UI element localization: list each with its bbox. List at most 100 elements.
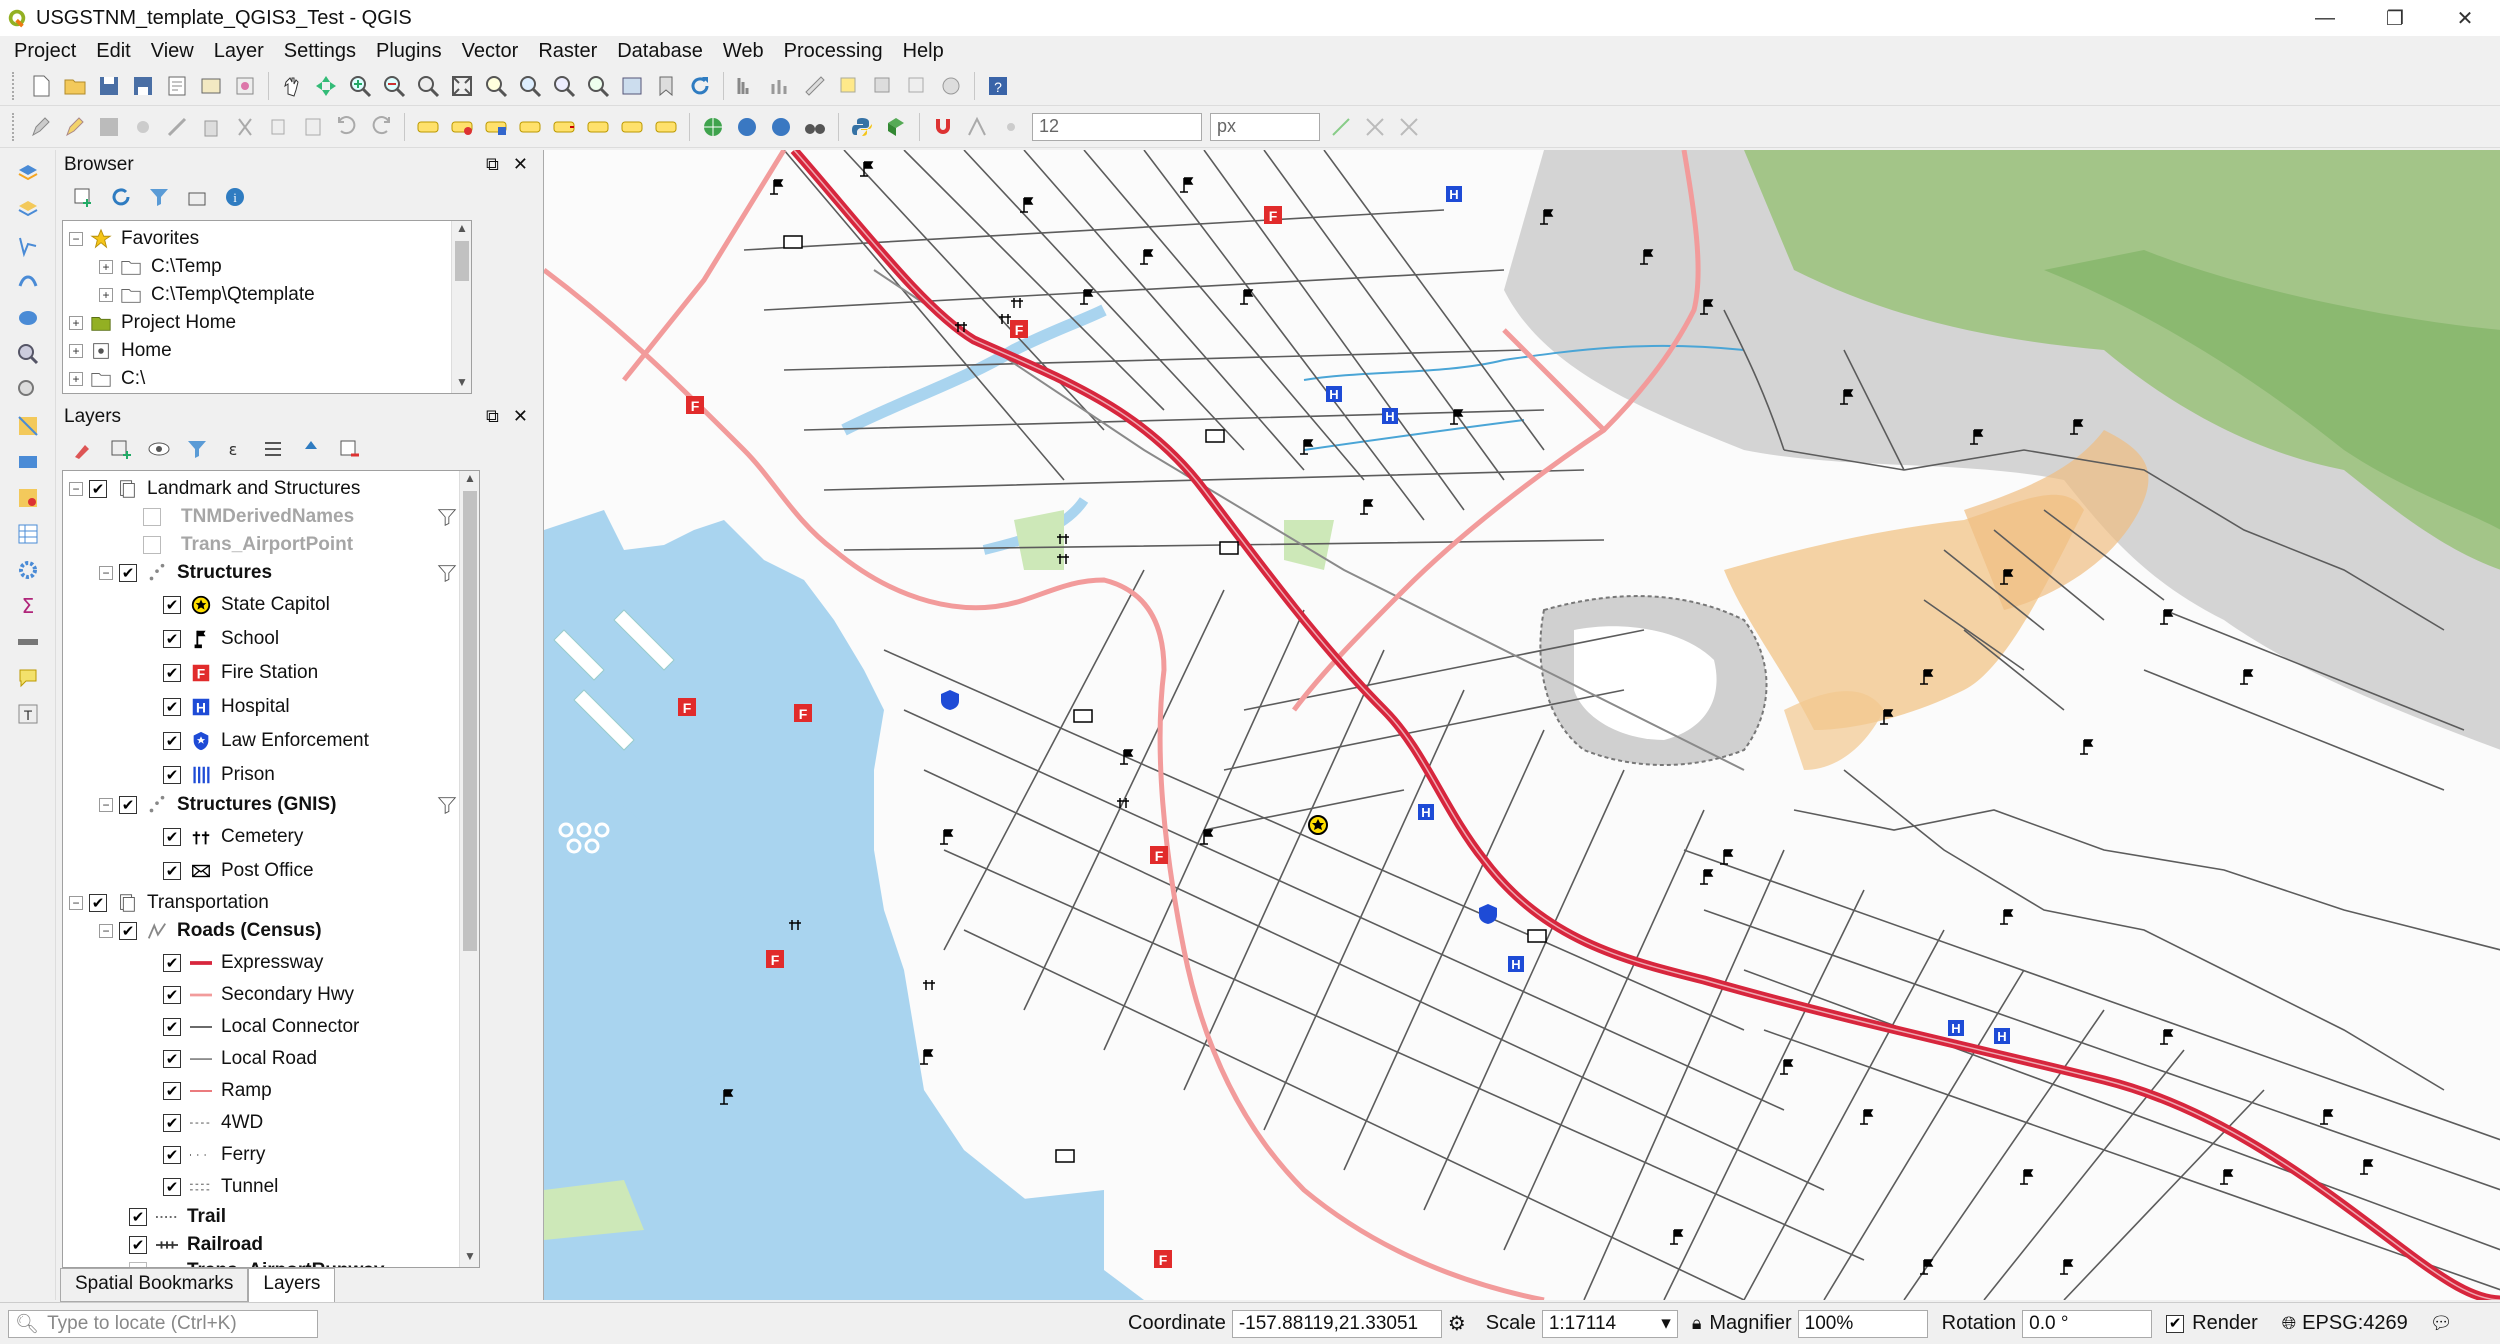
move-label-icon[interactable] [549, 112, 579, 142]
browser-item-favorites[interactable]: − Favorites [69, 225, 199, 253]
browser-scrollbar[interactable]: ▲ ▼ [451, 221, 471, 393]
pan-icon[interactable] [277, 71, 307, 101]
identify-icon[interactable] [732, 71, 762, 101]
statistics-icon[interactable] [766, 71, 796, 101]
legend-checkbox[interactable] [163, 1114, 181, 1132]
menu-vector[interactable]: Vector [452, 40, 529, 63]
delete-selected-icon[interactable] [196, 112, 226, 142]
manage-visibility-icon[interactable] [144, 434, 174, 464]
label-tool-icon[interactable] [413, 112, 443, 142]
print-layout-icon[interactable] [162, 71, 192, 101]
zoom-native-icon[interactable] [413, 71, 443, 101]
remove-layer-icon[interactable] [334, 434, 364, 464]
expand-all-icon[interactable] [258, 434, 288, 464]
layer-trail[interactable]: Trail [129, 1203, 226, 1231]
collapse-all-layers-icon[interactable] [296, 434, 326, 464]
add-feature-icon[interactable] [128, 112, 158, 142]
float-panel-button[interactable]: ⧉ [486, 154, 499, 175]
lock-icon[interactable]: 🔒︎ [1692, 1313, 1702, 1334]
crs-button[interactable]: EPSG:4269 [2302, 1312, 2408, 1335]
style-manager-icon[interactable] [230, 71, 260, 101]
layer-checkbox[interactable] [119, 564, 137, 582]
legend-law-enforcement[interactable]: Law Enforcement [163, 727, 369, 755]
globe-search-icon[interactable] [766, 112, 796, 142]
pin-labels-icon[interactable] [447, 112, 477, 142]
magnifier-stepper[interactable]: 100% [1797, 1309, 1928, 1338]
snapping-magnet-icon[interactable] [928, 112, 958, 142]
zoom-in-icon[interactable] [345, 71, 375, 101]
legend-secondary-hwy[interactable]: Secondary Hwy [163, 981, 354, 1009]
map-canvas[interactable]: F F F F F F F F H H H H H H H [543, 150, 2500, 1300]
select-by-value-icon[interactable] [868, 71, 898, 101]
vertex-tool-icon[interactable] [162, 112, 192, 142]
properties-info-icon[interactable]: i [220, 182, 250, 212]
locator-search-input[interactable]: 🔍︎ Type to locate (Ctrl+K) [8, 1309, 318, 1338]
browser-item-home[interactable]: + Home [69, 337, 172, 365]
highlight-pinned-icon[interactable] [481, 112, 511, 142]
toggle-editing-icon[interactable] [60, 112, 90, 142]
float-panel-button[interactable]: ⧉ [486, 406, 499, 427]
legend-state-capitol[interactable]: State Capitol [163, 591, 330, 619]
legend-checkbox[interactable] [163, 954, 181, 972]
topological-editing-icon[interactable] [1326, 112, 1356, 142]
menu-processing[interactable]: Processing [774, 40, 893, 63]
layer-structures-gnis[interactable]: − Structures (GNIS) [99, 791, 479, 819]
help-icon[interactable]: ? [983, 71, 1013, 101]
legend-expressway[interactable]: Expressway [163, 949, 323, 977]
current-edits-icon[interactable] [26, 112, 56, 142]
legend-checkbox[interactable] [163, 596, 181, 614]
bookmark-icon[interactable] [651, 71, 681, 101]
add-group-icon[interactable] [106, 434, 136, 464]
add-mesh-icon[interactable] [13, 447, 43, 477]
tab-spatial-bookmarks[interactable]: Spatial Bookmarks [60, 1268, 249, 1302]
rotation-stepper[interactable]: 0.0 ° [2022, 1309, 2153, 1338]
legend-prison[interactable]: Prison [163, 761, 275, 789]
new-shapefile-icon[interactable] [13, 483, 43, 513]
legend-checkbox[interactable] [163, 1082, 181, 1100]
legend-local-road[interactable]: Local Road [163, 1045, 317, 1073]
menu-raster[interactable]: Raster [528, 40, 607, 63]
legend-checkbox[interactable] [163, 732, 181, 750]
legend-checkbox[interactable] [163, 766, 181, 784]
menu-database[interactable]: Database [607, 40, 713, 63]
save-project-icon[interactable] [94, 71, 124, 101]
tab-layers[interactable]: Layers [248, 1268, 336, 1302]
sum-icon[interactable]: Σ [13, 591, 43, 621]
refresh-icon[interactable] [685, 71, 715, 101]
minimize-button[interactable]: — [2290, 0, 2360, 36]
plugin-icon[interactable] [881, 112, 911, 142]
layer-checkbox[interactable] [89, 480, 107, 498]
pan-to-selection-icon[interactable] [311, 71, 341, 101]
map-tips-icon[interactable] [936, 71, 966, 101]
zoom-next-icon[interactable] [583, 71, 613, 101]
layer-checkbox[interactable] [143, 508, 161, 526]
menu-plugins[interactable]: Plugins [366, 40, 452, 63]
scale-select[interactable]: 1:17114 ▾ [1541, 1309, 1678, 1338]
globe-zoom-icon[interactable] [732, 112, 762, 142]
zoom-last-icon[interactable] [549, 71, 579, 101]
coordinate-toggle-icon[interactable]: ⚙ [1448, 1311, 1466, 1336]
layer-group-landmark[interactable]: − Landmark and Structures [69, 475, 360, 503]
copy-features-icon[interactable] [264, 112, 294, 142]
filter-legend-icon[interactable] [182, 434, 212, 464]
legend-fire-station[interactable]: F Fire Station [163, 659, 318, 687]
new-map-view-icon[interactable] [617, 71, 647, 101]
zoom-out-icon[interactable] [379, 71, 409, 101]
add-selected-icon[interactable] [68, 182, 98, 212]
browser-item-project-home[interactable]: + Project Home [69, 309, 236, 337]
browser-item-temp[interactable]: + C:\Temp [99, 253, 222, 281]
text-annotation-icon[interactable]: T [13, 699, 43, 729]
layer-checkbox[interactable] [143, 536, 161, 554]
select-features-icon[interactable] [834, 71, 864, 101]
legend-checkbox[interactable] [163, 862, 181, 880]
show-hide-labels-icon[interactable] [515, 112, 545, 142]
filter-expression-icon[interactable]: ε [220, 434, 250, 464]
menu-view[interactable]: View [141, 40, 204, 63]
undo-icon[interactable] [332, 112, 362, 142]
add-postgis-icon[interactable] [13, 303, 43, 333]
layer-structures[interactable]: − Structures [99, 559, 479, 587]
legend-checkbox[interactable] [163, 698, 181, 716]
cut-features-icon[interactable] [230, 112, 260, 142]
legend-checkbox[interactable] [163, 1050, 181, 1068]
tracing-icon[interactable] [1394, 112, 1424, 142]
